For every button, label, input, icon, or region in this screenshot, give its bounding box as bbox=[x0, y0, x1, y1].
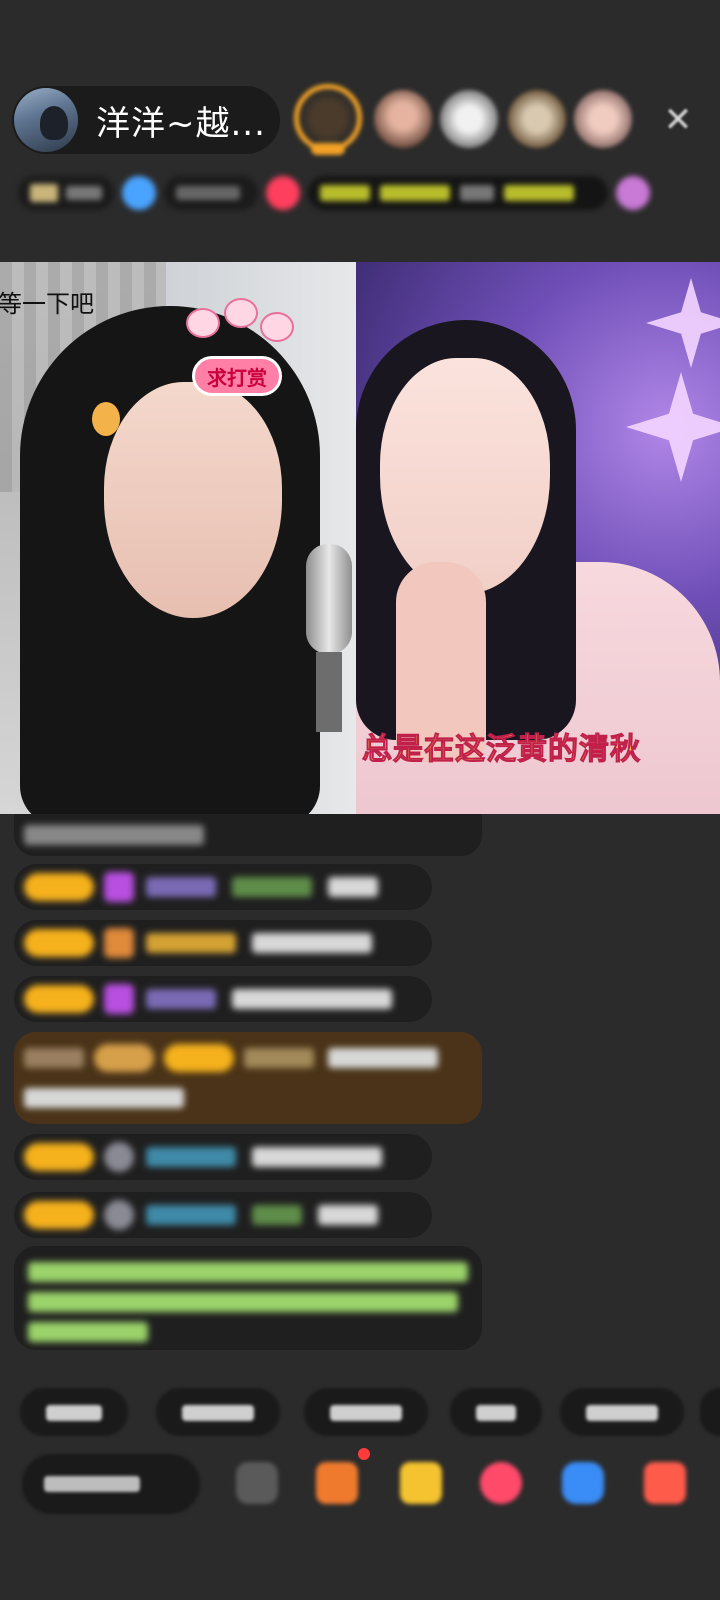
gift-box-icon[interactable] bbox=[400, 1462, 442, 1504]
streamer-right-face bbox=[380, 358, 550, 594]
viewer-avatar[interactable] bbox=[374, 90, 432, 148]
pig-icon bbox=[186, 308, 220, 338]
hairclip-icon bbox=[92, 402, 120, 436]
left-video-stream[interactable]: 等一下吧 求打赏 bbox=[0, 262, 356, 814]
host-name: 洋洋~越... bbox=[96, 103, 266, 144]
level-badge bbox=[24, 1201, 94, 1229]
quick-reply-chip[interactable] bbox=[304, 1388, 428, 1436]
gem-icon bbox=[104, 872, 134, 902]
level-badge bbox=[24, 1143, 94, 1171]
close-icon: ✕ bbox=[663, 100, 693, 140]
more-badge-icon[interactable] bbox=[616, 176, 650, 210]
chat-input[interactable] bbox=[22, 1454, 200, 1514]
viewer-avatar[interactable] bbox=[508, 90, 566, 148]
audience-avatars[interactable] bbox=[290, 82, 660, 162]
chat-message bbox=[14, 864, 432, 910]
microphone bbox=[306, 544, 352, 654]
emoji-icon[interactable] bbox=[236, 1462, 278, 1504]
host-profile-pill[interactable]: 洋洋~越... bbox=[12, 86, 280, 154]
pig-icon bbox=[224, 298, 258, 328]
badge-icon bbox=[104, 928, 134, 958]
sticker-label: 求打赏 bbox=[192, 356, 282, 396]
red-badge-icon bbox=[266, 176, 300, 210]
close-button[interactable]: ✕ bbox=[658, 100, 698, 140]
quick-reply-chip[interactable] bbox=[450, 1388, 542, 1436]
gem-icon bbox=[104, 984, 134, 1014]
streamer-left-face bbox=[104, 382, 282, 618]
lyric-subtitle: 总是在这泛黄的清秋 bbox=[362, 732, 641, 768]
chat-message bbox=[14, 1134, 432, 1180]
pig-icon bbox=[260, 312, 294, 342]
level-badge bbox=[24, 929, 94, 957]
chat-message bbox=[14, 1192, 432, 1238]
activity-icon[interactable] bbox=[316, 1462, 358, 1504]
quick-reply-row bbox=[20, 1388, 720, 1436]
room-badge-icon bbox=[122, 176, 156, 210]
tip-request-sticker: 求打赏 bbox=[186, 298, 296, 402]
bottom-toolbar bbox=[0, 1440, 720, 1536]
level-badge bbox=[24, 873, 94, 901]
room-stat-chip[interactable] bbox=[164, 176, 258, 210]
room-rank-chip[interactable] bbox=[18, 176, 114, 210]
quick-reply-chip[interactable] bbox=[156, 1388, 280, 1436]
game-icon[interactable] bbox=[562, 1462, 604, 1504]
chat-message bbox=[14, 976, 432, 1022]
notification-dot bbox=[358, 1448, 370, 1460]
viewer-avatar[interactable] bbox=[440, 90, 498, 148]
left-caption: 等一下吧 bbox=[0, 290, 94, 318]
right-video-stream[interactable]: 总是在这泛黄的清秋 bbox=[356, 262, 720, 814]
top-viewer-avatar[interactable] bbox=[294, 84, 362, 155]
level-badge bbox=[24, 985, 94, 1013]
chat-message bbox=[14, 920, 432, 966]
quick-reply-chip[interactable] bbox=[20, 1388, 128, 1436]
quick-reply-chip[interactable] bbox=[560, 1388, 684, 1436]
microphone-stand bbox=[316, 652, 342, 732]
chat-message bbox=[14, 814, 482, 856]
room-tags-chip[interactable] bbox=[308, 176, 608, 210]
chat-highlight-message bbox=[14, 1032, 482, 1124]
viewer-avatar[interactable] bbox=[574, 90, 632, 148]
quick-reply-chip[interactable] bbox=[700, 1388, 720, 1436]
system-notice bbox=[14, 1246, 482, 1350]
gift-icon[interactable] bbox=[644, 1462, 686, 1504]
gem-icon bbox=[104, 1200, 134, 1230]
star-decoration bbox=[646, 278, 720, 368]
gem-icon bbox=[104, 1142, 134, 1172]
room-info-strip bbox=[18, 170, 694, 216]
pk-icon[interactable] bbox=[480, 1462, 522, 1504]
star-decoration bbox=[626, 372, 720, 482]
host-avatar[interactable] bbox=[14, 88, 78, 152]
